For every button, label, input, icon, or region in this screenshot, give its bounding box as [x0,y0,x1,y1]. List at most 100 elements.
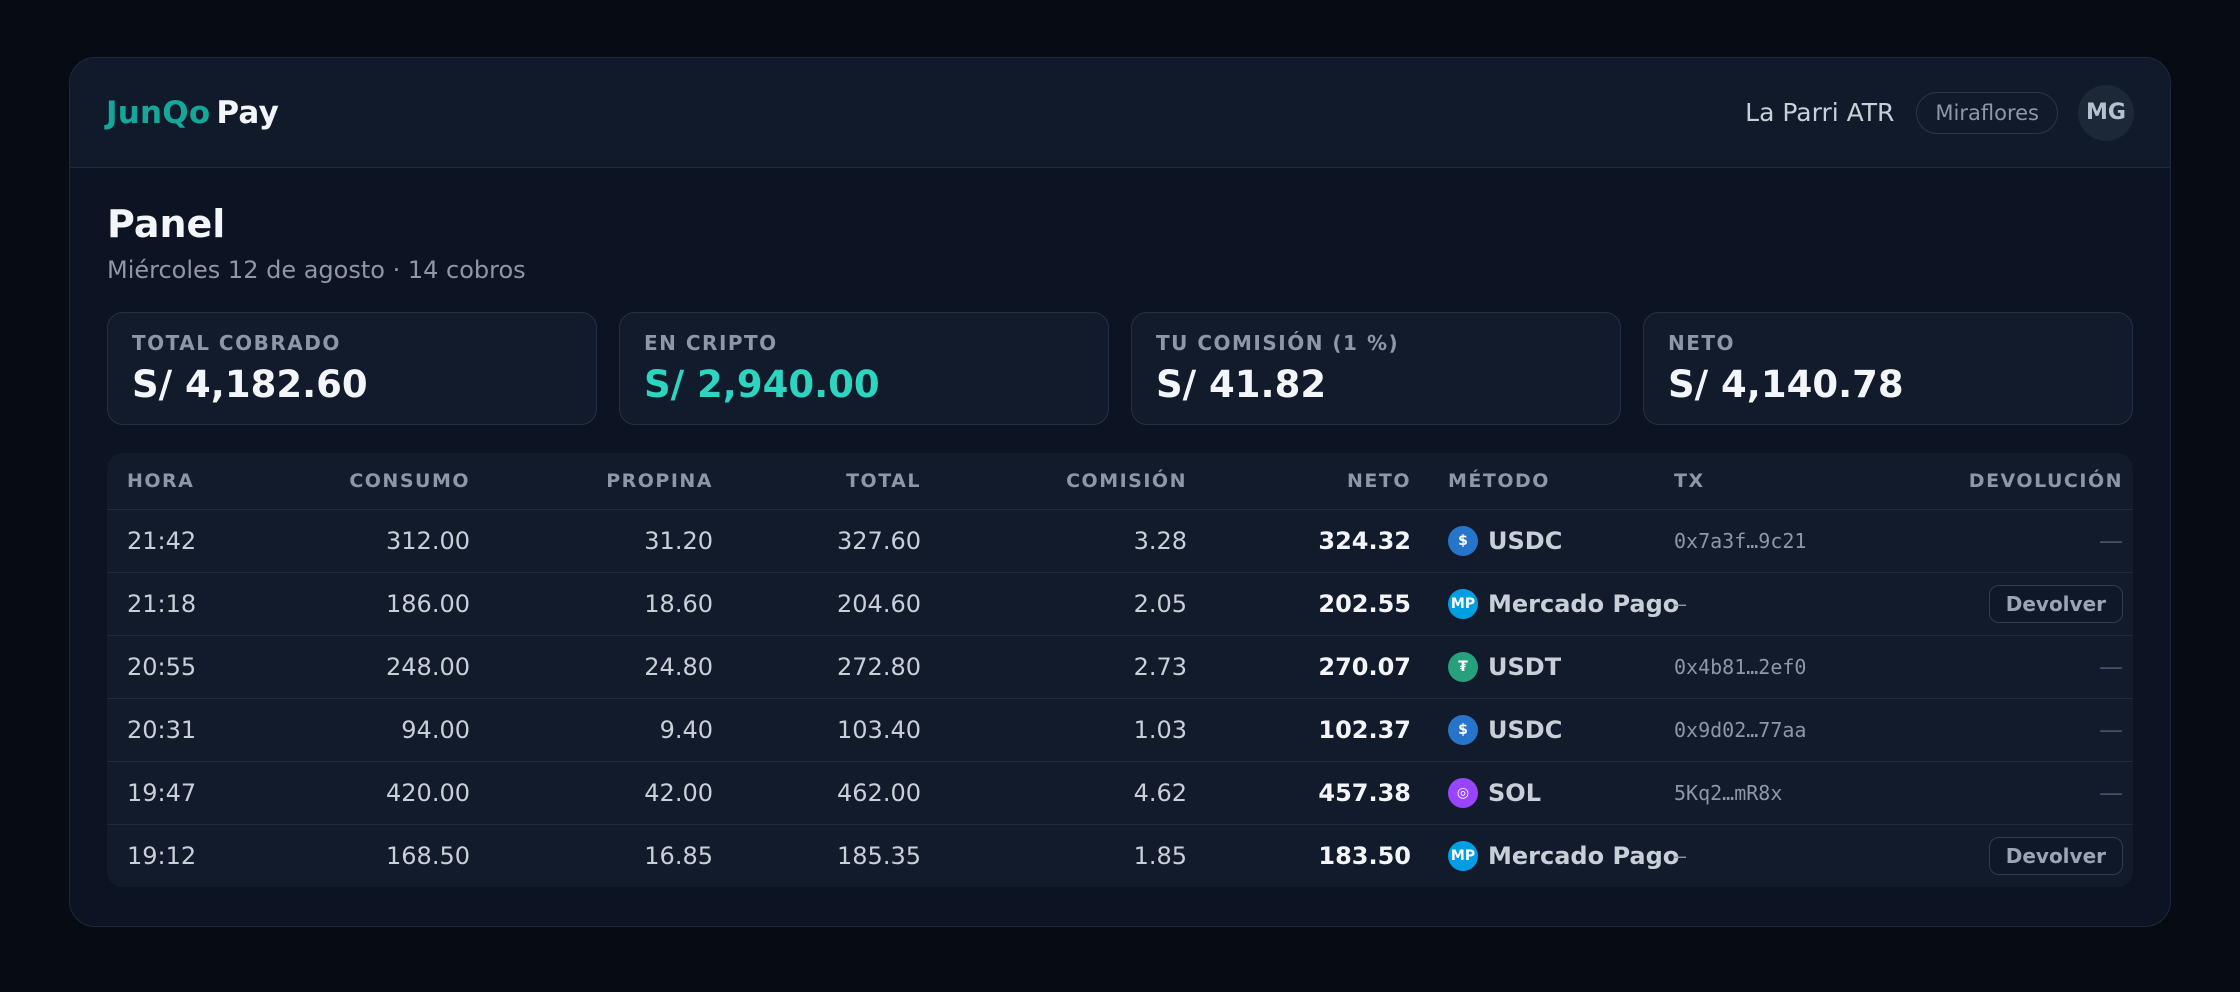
cell-metodo: ◎ SOL [1411,778,1674,808]
method-label: USDT [1488,653,1562,681]
cell-devolucion: Devolver [1874,585,2123,623]
cell-hora: 19:47 [127,779,197,807]
cell-tx: 0x9d02…77aa [1674,718,1807,742]
stat-card-commission: TU COMISIÓN (1 %) S/ 41.82 [1131,312,1621,425]
stat-label: TOTAL COBRADO [132,331,341,355]
stat-value: S/ 41.82 [1156,363,1327,406]
usdc-icon: $ [1448,715,1478,745]
cell-metodo: $ USDC [1411,526,1674,556]
cell-propina: 42.00 [644,779,713,807]
cell-propina: 24.80 [644,653,713,681]
refund-button[interactable]: Devolver [1988,585,2123,623]
top-right-group: La Parri ATR Miraflores MG [1745,84,2134,141]
main-content: Panel Miércoles 12 de agosto · 14 cobros… [70,168,2170,887]
column-header-total: TOTAL [846,470,921,492]
cell-tx: – [1674,592,1687,616]
cell-comision: 1.85 [1133,842,1187,870]
cell-total: 462.00 [837,779,921,807]
cell-neto: 324.32 [1318,527,1411,555]
usdt-icon: ₮ [1448,652,1478,682]
cell-comision: 3.28 [1133,527,1187,555]
table-row: 21:42 312.00 31.20 327.60 3.28 324.32 $ USDC 0x7… [107,509,2133,572]
column-header-neto: NETO [1347,470,1411,492]
no-refund-dash: — [2099,779,2123,807]
stat-value: S/ 4,182.60 [132,363,368,406]
cell-neto: 270.07 [1318,653,1411,681]
location-pill[interactable]: Miraflores [1916,91,2058,134]
method-label: USDC [1488,716,1563,744]
usdc-icon: $ [1448,526,1478,556]
column-header-metodo: MÉTODO [1448,470,1550,492]
table-row: 19:47 420.00 42.00 462.00 4.62 457.38 ◎ SOL 5Kq2… [107,761,2133,824]
cell-neto: 202.55 [1318,590,1411,618]
table-header: HORA CONSUMO PROPINA TOTAL COMISIÓN NETO… [107,453,2133,509]
cell-comision: 1.03 [1133,716,1187,744]
mercado-pago-icon: MP [1448,589,1478,619]
cell-consumo: 312.00 [386,527,470,555]
stats-row: TOTAL COBRADO S/ 4,182.60 EN CRIPTO S/ 2… [107,312,2133,425]
cell-consumo: 248.00 [386,653,470,681]
cell-propina: 9.40 [659,716,713,744]
table-row: 20:55 248.00 24.80 272.80 2.73 270.07 ₮ USDT 0x4… [107,635,2133,698]
dashboard-card: JunQo Pay La Parri ATR Miraflores MG Pane… [69,57,2171,927]
table-body: 21:42 312.00 31.20 327.60 3.28 324.32 $ USDC 0x7… [107,509,2133,887]
stat-card-crypto: EN CRIPTO S/ 2,940.00 [619,312,1109,425]
cell-tx: 5Kq2…mR8x [1674,781,1783,805]
page-title: Panel [107,202,226,246]
payments-table: HORA CONSUMO PROPINA TOTAL COMISIÓN NETO… [107,453,2133,887]
column-header-propina: PROPINA [606,470,713,492]
refund-button[interactable]: Devolver [1988,837,2123,875]
cell-propina: 31.20 [644,527,713,555]
table-row: 21:18 186.00 18.60 204.60 2.05 202.55 MP Mercad… [107,572,2133,635]
cell-devolucion: — [1874,716,2123,744]
page-subtitle: Miércoles 12 de agosto · 14 cobros [107,256,526,284]
method-label: SOL [1488,779,1541,807]
cell-hora: 20:31 [127,716,197,744]
table-row: 19:12 168.50 16.85 185.35 1.85 183.50 MP Mercad… [107,824,2133,887]
no-refund-dash: — [2099,716,2123,744]
cell-consumo: 168.50 [386,842,470,870]
stat-label: NETO [1668,331,1736,355]
sol-icon: ◎ [1448,778,1478,808]
brand-logo[interactable]: JunQo Pay [106,95,279,131]
column-header-consumo: CONSUMO [349,470,470,492]
no-refund-dash: — [2099,527,2123,555]
cell-tx: – [1674,844,1687,868]
cell-neto: 183.50 [1318,842,1411,870]
stat-card-total: TOTAL COBRADO S/ 4,182.60 [107,312,597,425]
cell-devolucion: Devolver [1874,837,2123,875]
stat-value: S/ 2,940.00 [644,363,880,406]
venue-name: La Parri ATR [1745,98,1895,127]
cell-comision: 2.73 [1133,653,1187,681]
stat-label: TU COMISIÓN (1 %) [1156,331,1400,355]
cell-total: 103.40 [837,716,921,744]
top-bar: JunQo Pay La Parri ATR Miraflores MG [70,58,2170,168]
cell-metodo: MP Mercado Pago [1411,589,1679,619]
cell-hora: 19:12 [127,842,197,870]
avatar[interactable]: MG [2078,84,2134,141]
cell-comision: 4.62 [1133,779,1187,807]
cell-hora: 21:42 [127,527,197,555]
cell-total: 204.60 [837,590,921,618]
brand-name-first: JunQo [106,94,211,131]
method-label: Mercado Pago [1488,842,1680,870]
cell-devolucion: — [1874,527,2123,555]
table-row: 20:31 94.00 9.40 103.40 1.03 102.37 $ USDC 0x9d0… [107,698,2133,761]
cell-total: 327.60 [837,527,921,555]
no-refund-dash: — [2099,653,2123,681]
mercado-pago-icon: MP [1448,841,1478,871]
cell-metodo: $ USDC [1411,715,1674,745]
cell-hora: 21:18 [127,590,197,618]
cell-tx: 0x4b81…2ef0 [1674,655,1807,679]
stat-value: S/ 4,140.78 [1668,363,1904,406]
column-header-comision: COMISIÓN [1066,470,1187,492]
cell-devolucion: — [1874,779,2123,807]
cell-comision: 2.05 [1133,590,1187,618]
cell-total: 185.35 [837,842,921,870]
stat-card-net: NETO S/ 4,140.78 [1643,312,2133,425]
cell-tx: 0x7a3f…9c21 [1674,529,1807,553]
stat-label: EN CRIPTO [644,331,778,355]
cell-neto: 102.37 [1318,716,1411,744]
method-label: USDC [1488,527,1563,555]
cell-devolucion: — [1874,653,2123,681]
